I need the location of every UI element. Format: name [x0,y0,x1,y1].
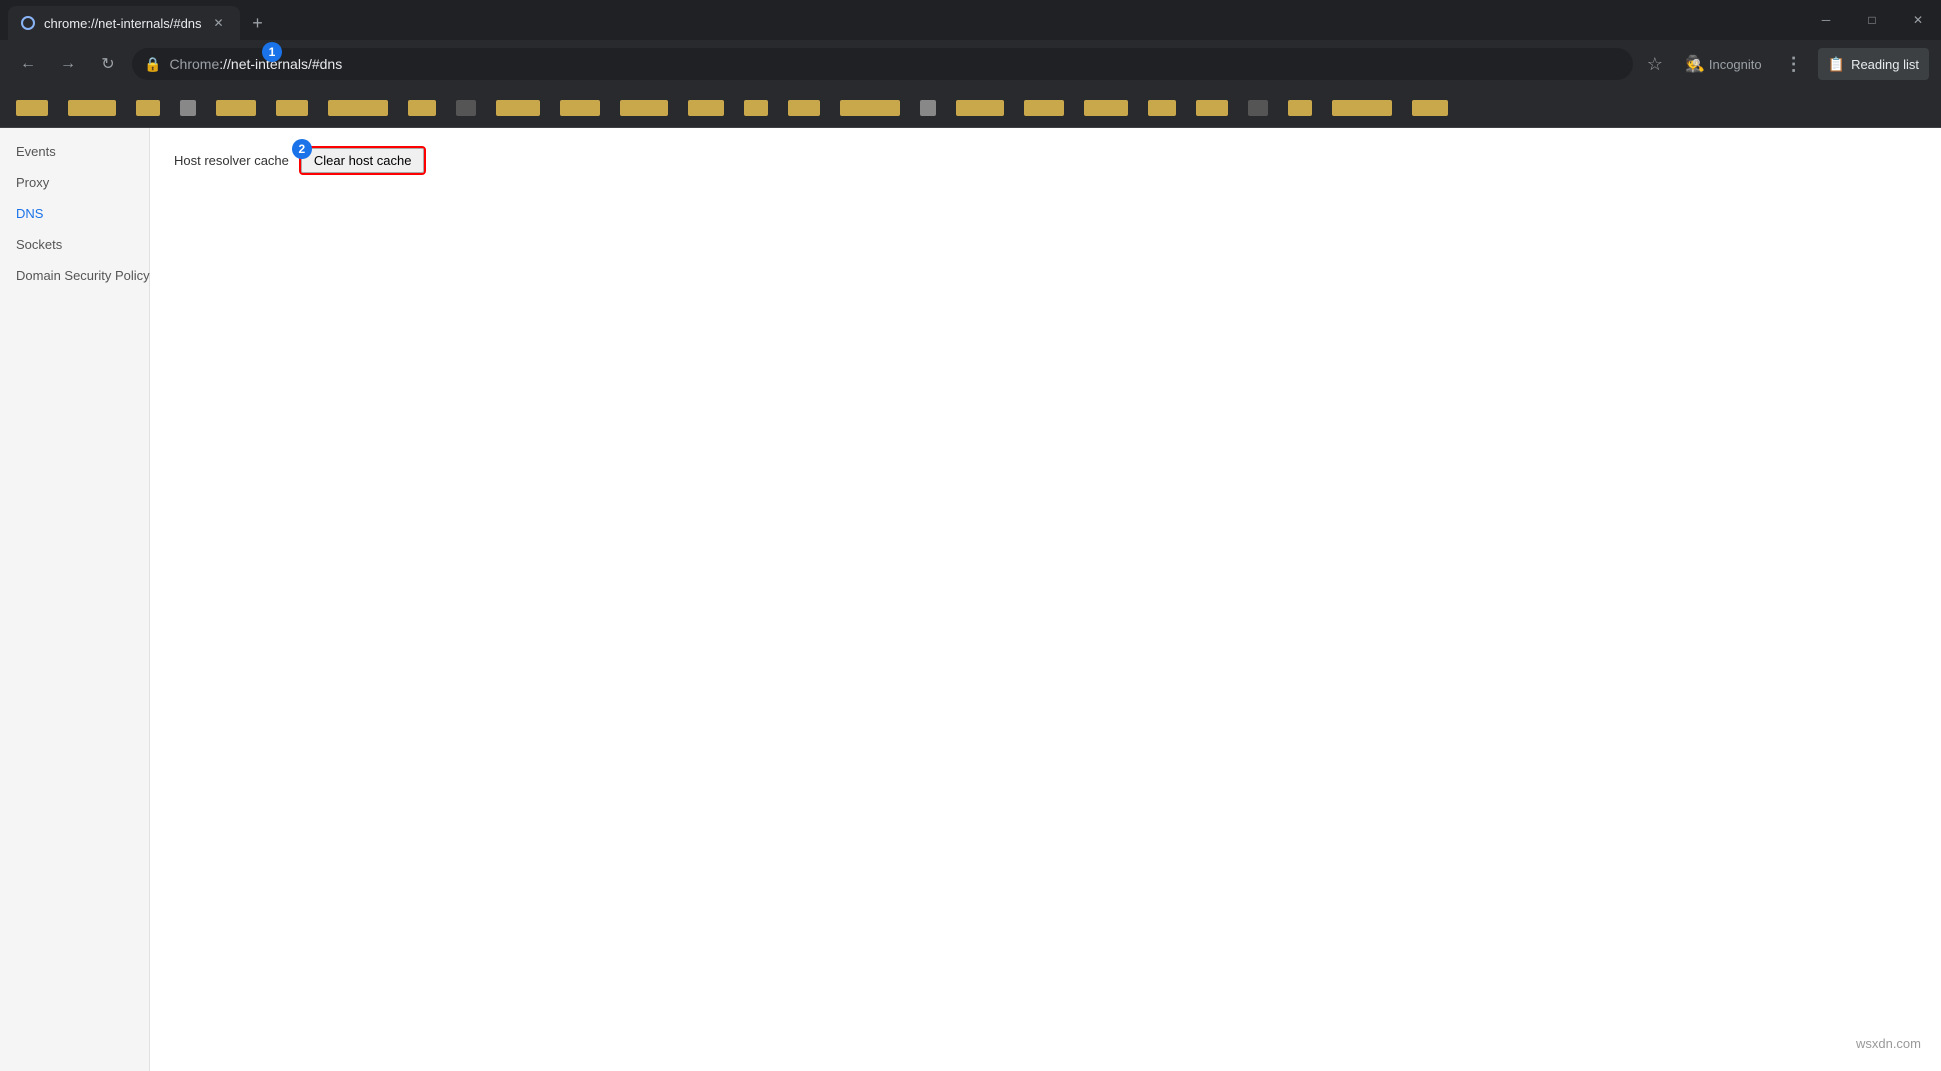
new-tab-button[interactable]: + [244,9,272,37]
sidebar-item-proxy[interactable]: Proxy [0,167,149,198]
address-highlighted: ://net-internals/#dns [219,56,342,72]
address-bar[interactable]: 1 🔒 Chrome://net-internals/#dns [132,48,1633,80]
bookmark-star-button[interactable]: ☆ [1641,50,1669,79]
main-area: Events Proxy DNS Sockets Domain Security… [0,128,1941,1071]
reading-list-label: Reading list [1851,57,1919,72]
close-button[interactable]: ✕ [1895,0,1941,40]
bookmark-item[interactable] [1076,94,1136,122]
bookmark-item[interactable] [1016,94,1072,122]
incognito-label: Incognito [1709,57,1762,72]
bookmark-item[interactable] [488,94,548,122]
bookmark-item[interactable] [320,94,396,122]
window-controls: ─ □ ✕ [1803,0,1941,40]
annotation-badge-2: 2 [292,139,312,159]
active-tab[interactable]: chrome://net-internals/#dns ✕ [8,6,240,40]
annotation-badge-1: 1 [262,42,282,62]
bookmark-item[interactable] [268,94,316,122]
bookmark-item[interactable] [128,94,168,122]
bookmark-item[interactable] [612,94,676,122]
menu-button[interactable]: ⋮ [1778,48,1810,80]
content-area: Host resolver cache 2 Clear host cache w… [150,128,1941,1071]
sidebar: Events Proxy DNS Sockets Domain Security… [0,128,150,1071]
sidebar-item-sockets[interactable]: Sockets [0,229,149,260]
bookmark-item[interactable] [172,94,204,122]
bookmark-item[interactable] [780,94,828,122]
address-text: Chrome://net-internals/#dns [169,56,1620,72]
back-button[interactable]: ← [12,48,44,80]
bookmark-item[interactable] [552,94,608,122]
sidebar-item-dns[interactable]: DNS [0,198,149,229]
bookmarks-bar [0,88,1941,128]
bookmark-item[interactable] [736,94,776,122]
bookmark-item[interactable] [448,94,484,122]
title-bar: chrome://net-internals/#dns ✕ + ─ □ ✕ [0,0,1941,40]
bookmark-item[interactable] [1404,94,1456,122]
bookmark-item[interactable] [1280,94,1320,122]
lock-icon: 🔒 [144,56,161,73]
bookmark-item[interactable] [60,94,124,122]
sidebar-item-events[interactable]: Events [0,136,149,167]
tab-title: chrome://net-internals/#dns [44,16,202,31]
bookmark-item[interactable] [1188,94,1236,122]
browser-frame: chrome://net-internals/#dns ✕ + ─ □ ✕ ← … [0,0,1941,1071]
bookmark-item[interactable] [1324,94,1400,122]
bookmark-item[interactable] [1140,94,1184,122]
bookmark-item[interactable] [208,94,264,122]
tab-close-button[interactable]: ✕ [210,14,228,32]
clear-host-cache-button[interactable]: 2 Clear host cache [301,148,425,173]
bookmark-item[interactable] [1240,94,1276,122]
bookmark-item[interactable] [832,94,908,122]
bookmark-item[interactable] [400,94,444,122]
incognito-area: 🕵️ Incognito [1677,50,1770,78]
reload-button[interactable]: ↻ [92,48,124,80]
bookmark-item[interactable] [948,94,1012,122]
bookmark-item[interactable] [8,94,56,122]
sidebar-item-domain-security-policy[interactable]: Domain Security Policy [0,260,149,291]
forward-button[interactable]: → [52,48,84,80]
bookmark-item[interactable] [680,94,732,122]
address-prefix: Chrome [169,56,219,72]
reading-list-button[interactable]: 📋 Reading list [1818,48,1929,80]
nav-bar: ← → ↻ 1 🔒 Chrome://net-internals/#dns ☆ … [0,40,1941,88]
minimize-button[interactable]: ─ [1803,0,1849,40]
bookmark-item[interactable] [912,94,944,122]
host-resolver-label: Host resolver cache [174,153,289,168]
watermark: wsxdn.com [1856,1036,1921,1051]
maximize-button[interactable]: □ [1849,0,1895,40]
tab-favicon [20,15,36,31]
dns-row: Host resolver cache 2 Clear host cache [174,148,1917,173]
